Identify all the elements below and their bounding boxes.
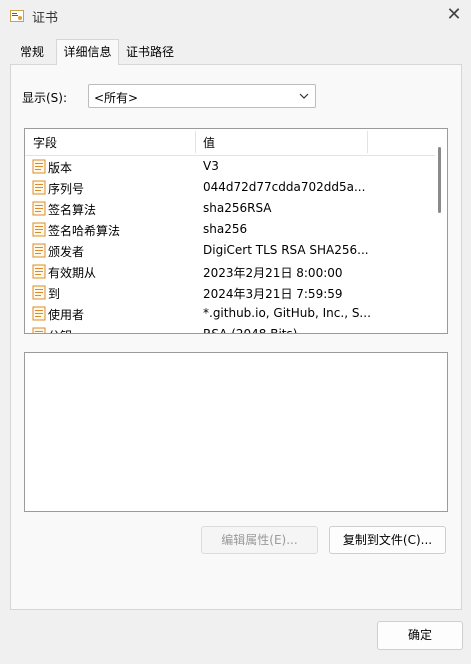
show-label: 显示(S):: [22, 91, 68, 105]
row-field-name: 颁发者: [48, 245, 85, 259]
table-row[interactable]: 签名算法 sha256RSA: [25, 198, 435, 219]
field-document-icon: [32, 327, 46, 333]
row-field-name: 序列号: [48, 182, 85, 196]
field-list[interactable]: 字段 值 版本 V3 序列号 044d72d77cdda702dd5a... 签名算法 s…: [24, 128, 448, 334]
row-field-name: 公钥: [48, 327, 72, 333]
field-document-icon: [32, 201, 46, 216]
chevron-down-icon: [299, 93, 309, 99]
row-field-value: 044d72d77cdda702dd5a...: [203, 180, 366, 194]
row-field-value: DigiCert TLS RSA SHA256...: [203, 243, 369, 257]
field-document-icon: [32, 285, 46, 300]
show-select[interactable]: <所有>: [88, 84, 316, 108]
row-field-value: sha256RSA: [203, 201, 272, 215]
field-document-icon: [32, 264, 46, 279]
scrollbar-thumb[interactable]: [438, 147, 441, 213]
list-header: 字段 值: [25, 129, 447, 156]
column-divider[interactable]: [195, 131, 196, 153]
column-divider[interactable]: [367, 131, 368, 153]
table-row[interactable]: 有效期从 2023年2月21日 8:00:00: [25, 261, 435, 282]
tab-general[interactable]: 常规: [10, 41, 54, 63]
field-document-icon: [32, 159, 46, 174]
table-row[interactable]: 版本 V3: [25, 156, 435, 177]
table-row[interactable]: 公钥 RSA (2048 Bits): [25, 324, 435, 334]
row-field-value: *.github.io, GitHub, Inc., S...: [203, 306, 371, 320]
table-row[interactable]: 序列号 044d72d77cdda702dd5a...: [25, 177, 435, 198]
row-field-name: 有效期从: [48, 266, 97, 280]
vertical-scrollbar[interactable]: [435, 129, 447, 333]
title-bar: 证书 ✕: [0, 0, 471, 32]
table-row[interactable]: 颁发者 DigiCert TLS RSA SHA256...: [25, 240, 435, 261]
row-field-name: 使用者: [48, 308, 85, 322]
row-field-value: V3: [203, 159, 219, 173]
table-row[interactable]: 签名哈希算法 sha256: [25, 219, 435, 240]
field-document-icon: [32, 243, 46, 258]
column-header-value[interactable]: 值: [203, 134, 215, 151]
column-header-field[interactable]: 字段: [33, 134, 57, 151]
window-title: 证书: [32, 11, 59, 26]
row-field-value: sha256: [203, 222, 248, 236]
tab-certificate-path[interactable]: 证书路径: [120, 41, 180, 63]
certificate-icon: [10, 10, 24, 22]
row-field-name: 签名算法: [48, 203, 97, 217]
field-document-icon: [32, 222, 46, 237]
table-row[interactable]: 使用者 *.github.io, GitHub, Inc., S...: [25, 303, 435, 324]
copy-to-file-button[interactable]: 复制到文件(C)...: [329, 526, 446, 554]
row-field-value: 2023年2月21日 8:00:00: [203, 266, 343, 280]
row-field-name: 到: [48, 287, 61, 301]
close-icon: ✕: [446, 4, 462, 25]
ok-button[interactable]: 确定: [377, 621, 463, 650]
field-detail-box[interactable]: [24, 352, 448, 512]
tab-details[interactable]: 详细信息: [56, 39, 119, 65]
table-row[interactable]: 到 2024年3月21日 7:59:59: [25, 282, 435, 303]
row-field-name: 版本: [48, 161, 73, 175]
row-field-value: 2024年3月21日 7:59:59: [203, 287, 343, 301]
edit-properties-button[interactable]: 编辑属性(E)...: [201, 526, 318, 554]
row-field-value: RSA (2048 Bits): [203, 327, 298, 334]
field-document-icon: [32, 306, 46, 321]
field-document-icon: [32, 180, 46, 195]
row-field-name: 签名哈希算法: [48, 224, 121, 238]
close-button[interactable]: ✕: [442, 4, 466, 26]
show-select-value: <所有>: [94, 91, 139, 105]
